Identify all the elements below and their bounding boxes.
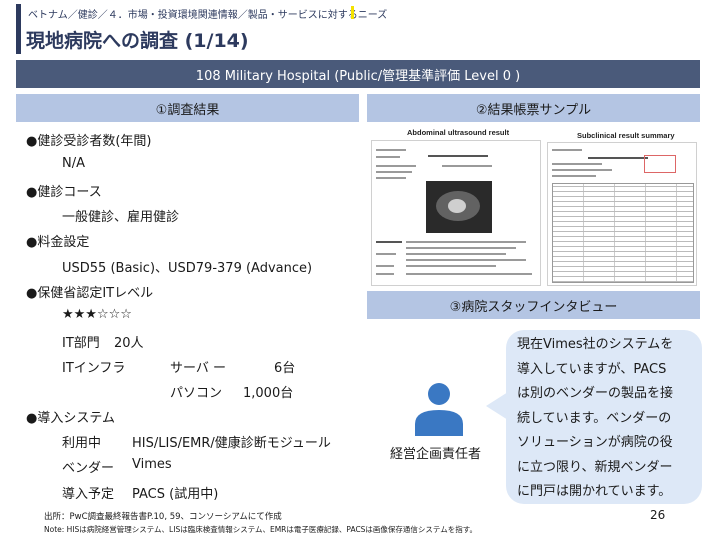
quote-line: に立つ限り、新規ベンダー [517, 459, 673, 475]
result-sample-heading: ②結果帳票サンプル [367, 94, 700, 122]
it-dept-value: 20人 [114, 336, 144, 351]
page-number: 26 [650, 508, 666, 522]
server-label: サーバ ー [170, 361, 227, 376]
vendor-label: ベンダー [62, 461, 115, 476]
survey-results-heading: ①調査結果 [16, 94, 359, 122]
bullet-it-level: ●保健省認定ITレベル [26, 286, 154, 301]
vendor-value: Vimes [132, 457, 172, 472]
planned-value: PACS (試用中) [132, 487, 219, 502]
pc-label: パソコン [170, 386, 223, 401]
quote-line: は別のベンダーの製品を接 [517, 386, 674, 401]
footer-source: 出所：PwC調査最終報告書P.10, 59、コンソーシアムにて作成 [44, 512, 282, 522]
ultrasound-report-thumbnail [371, 140, 541, 286]
bullet-annual-checkups: ●健診受診者数(年間) [26, 134, 152, 149]
stamp [644, 155, 676, 173]
bullet-systems: ●導入システム [26, 411, 115, 426]
footer-note: Note: HISは病院経営管理システム、LISは臨床検査情報システム、EMRは… [44, 525, 477, 534]
pc-value: 1,000台 [243, 386, 294, 401]
annual-checkups-value: N/A [62, 156, 85, 171]
quote-line: ソリューションが病院の役 [517, 435, 673, 450]
subclinical-doc-title: Subclinical result summary [577, 131, 675, 140]
server-value: 6台 [274, 361, 296, 376]
quote-line: 導入していますが、PACS [517, 361, 667, 377]
in-use-label: 利用中 [62, 436, 102, 451]
pricing-value: USD55 (Basic)、USD79-379 (Advance) [62, 261, 313, 276]
bullet-pricing: ●料金設定 [26, 235, 90, 250]
it-dept-label: IT部門 [62, 336, 100, 351]
quote-line: 現在Vimes社のシステムを [517, 337, 674, 352]
checkup-courses-value: 一般健診、雇用健診 [62, 210, 180, 225]
staff-interview-heading: ③病院スタッフインタビュー [367, 291, 700, 319]
speech-bubble-tail [486, 392, 508, 420]
breadcrumb-highlight-mark [351, 6, 354, 19]
subclinical-summary-thumbnail [547, 142, 697, 286]
hospital-banner: 108 Military Hospital (Public/管理基準評価 Lev… [16, 60, 700, 88]
result-sample-images: Abdominal ultrasound result Subclinical … [367, 124, 700, 288]
staff-role: 経営企画責任者 [390, 447, 482, 462]
in-use-value: HIS/LIS/EMR/健康診断モジュール [132, 436, 331, 451]
it-infra-label: ITインフラ [62, 361, 126, 376]
ultrasound-doc-title: Abdominal ultrasound result [407, 128, 510, 137]
it-level-stars: ★★★☆☆☆ [62, 307, 132, 322]
bullet-checkup-courses: ●健診コース [26, 185, 102, 200]
quote-line: に門戸は開かれています。 [517, 484, 672, 499]
accent-bar [16, 4, 21, 54]
result-table [552, 183, 694, 283]
interview-quote: 現在Vimes社のシステムを 導入していますが、PACS は別のベンダーの製品を… [517, 333, 699, 505]
planned-label: 導入予定 [62, 487, 115, 502]
person-icon [414, 380, 464, 436]
quote-line: 続しています。ベンダーの [517, 410, 672, 426]
breadcrumb: ベトナム／健診／４．市場・投資環境関連情報／製品・サービスに対するニーズ [26, 6, 390, 21]
ultrasound-image [426, 181, 492, 233]
page-title: 現地病院への調査 (1/14) [26, 30, 249, 52]
